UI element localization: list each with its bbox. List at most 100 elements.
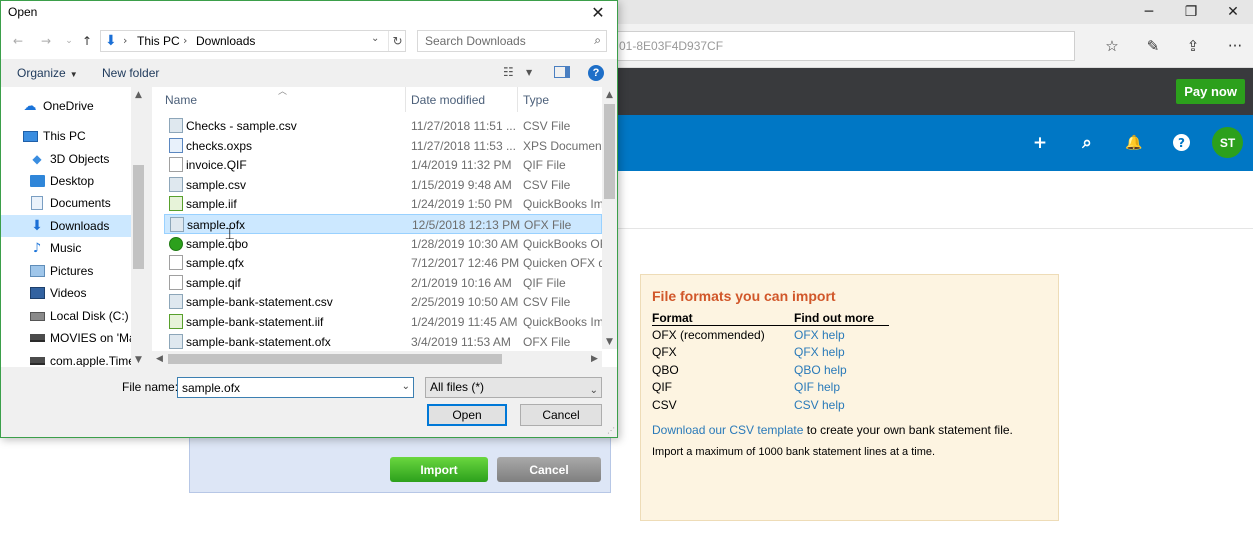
scroll-down-icon[interactable]: ▼ [131, 352, 146, 367]
name-column-header[interactable]: Name ︿ [152, 87, 406, 112]
nav-item-pictures[interactable]: Pictures [1, 260, 131, 282]
computer-icon [22, 129, 38, 143]
back-arrow-icon[interactable]: ← [10, 33, 26, 49]
path-bar[interactable]: ⬇ › This PC › Downloads ⌄ ↻ [100, 30, 406, 52]
nav-item-movies-mac[interactable]: MOVIES on 'Mac [1, 327, 131, 349]
change-view-icon[interactable]: ☷ [503, 65, 514, 79]
add-icon[interactable]: + [1028, 131, 1052, 155]
resize-grip-icon[interactable]: ⋰ [607, 426, 615, 435]
sort-ascending-icon: ︿ [278, 87, 288, 97]
file-date: 11/27/2018 11:51 ... [411, 119, 516, 133]
path-downloads[interactable]: Downloads [196, 34, 255, 48]
file-list-scrollbar[interactable]: ▲ ▼ [602, 87, 617, 349]
file-row[interactable]: sample-bank-statement.ofx 3/4/2019 11:53 … [164, 332, 602, 352]
file-row[interactable]: sample.qfx 7/12/2017 12:46 PM Quicken OFX … [164, 253, 603, 273]
file-type-select[interactable]: All files (*) ⌄ [425, 377, 602, 398]
format-help-link[interactable]: CSV help [794, 398, 889, 412]
minimize-icon[interactable]: ─ [1127, 0, 1171, 24]
avatar[interactable]: ST [1212, 127, 1243, 158]
refresh-icon[interactable]: ↻ [388, 31, 406, 51]
pay-now-button[interactable]: Pay now [1176, 79, 1245, 104]
file-row[interactable]: sample-bank-statement.csv 2/25/2019 10:50… [164, 292, 602, 312]
format-help-link[interactable]: QFX help [794, 345, 889, 359]
file-row[interactable]: checks.oxps 11/27/2018 11:53 ... XPS Docum… [164, 136, 603, 156]
date-column-header[interactable]: Date modified [406, 87, 518, 112]
scroll-up-icon[interactable]: ▲ [602, 87, 617, 102]
forward-arrow-icon[interactable]: → [38, 33, 54, 49]
close-icon[interactable]: ✕ [585, 1, 611, 23]
plain-file-icon [169, 255, 183, 271]
file-row[interactable]: sample.iif 1/24/2019 1:50 PM QuickBooks Im… [164, 194, 603, 214]
scroll-up-icon[interactable]: ▲ [131, 87, 146, 102]
recent-chevron-icon[interactable]: ⌄ [61, 33, 77, 49]
nav-item-downloads[interactable]: ⬇ Downloads [1, 215, 131, 237]
open-button[interactable]: Open [427, 404, 507, 426]
nav-item-desktop[interactable]: Desktop [1, 170, 131, 192]
file-row[interactable]: Checks - sample.csv 11/27/2018 11:51 ... C… [164, 116, 602, 136]
desktop-folder-icon [29, 174, 45, 188]
share-icon[interactable]: ⇪ [1179, 32, 1207, 60]
nav-scroll-thumb[interactable] [133, 165, 144, 269]
scroll-down-icon[interactable]: ▼ [602, 334, 617, 349]
search-box[interactable]: ⌕ [417, 30, 607, 52]
format-help-link[interactable]: QBO help [794, 363, 889, 377]
hscroll-thumb[interactable] [168, 354, 502, 364]
file-row[interactable]: invoice.QIF 1/4/2019 11:32 PM QIF File [164, 155, 602, 175]
nav-item-music[interactable]: ♪ Music [1, 237, 131, 259]
favorites-icon[interactable]: ☆ [1098, 32, 1126, 60]
scroll-left-icon[interactable]: ◀ [152, 351, 167, 367]
chevron-down-icon[interactable]: ⌄ [402, 381, 410, 392]
file-row[interactable]: sample.csv 1/15/2019 9:48 AM CSV File [164, 175, 602, 195]
new-folder-button[interactable]: New folder [102, 66, 159, 80]
file-name: sample.qfx [186, 256, 245, 271]
file-name-input[interactable] [178, 378, 393, 397]
nav-scrollbar[interactable]: ▲ ▼ [131, 87, 146, 367]
close-window-icon[interactable]: ✕ [1211, 0, 1253, 24]
music-icon: ♪ [32, 240, 42, 256]
import-button[interactable]: Import [390, 457, 488, 482]
nav-item-onedrive[interactable]: ☁ OneDrive [1, 95, 131, 117]
view-options-caret-icon[interactable]: ▼ [526, 68, 532, 77]
help-icon[interactable]: ? [588, 65, 604, 81]
search-input[interactable] [418, 31, 583, 51]
file-date: 1/24/2019 1:50 PM [411, 197, 513, 212]
file-row[interactable]: sample-bank-statement.iif 1/24/2019 11:45… [164, 312, 603, 332]
nav-item-time-machine[interactable]: com.apple.Time [1, 350, 131, 367]
nav-item-this-pc[interactable]: This PC [1, 125, 131, 147]
notes-icon[interactable]: ✎ [1139, 32, 1167, 60]
search-icon[interactable]: ⌕ [594, 33, 601, 48]
file-type: CSV File [523, 177, 571, 192]
cancel-button[interactable]: Cancel [520, 404, 602, 426]
organize-button[interactable]: Organize ▼ [17, 66, 78, 80]
up-arrow-icon[interactable]: ↑ [79, 33, 95, 49]
csv-file-icon [169, 176, 183, 192]
file-name: sample-bank-statement.iif [186, 315, 324, 329]
search-icon[interactable]: ⌕ [1075, 131, 1099, 155]
nav-label: 3D Objects [50, 152, 110, 166]
file-type: OFX File [523, 334, 571, 349]
file-name-field[interactable]: ⌄ [177, 377, 414, 398]
nav-item-documents[interactable]: Documents [1, 192, 131, 214]
path-dropdown-icon[interactable]: ⌄ [371, 33, 379, 44]
format-help-link[interactable]: OFX help [794, 328, 889, 342]
nav-item-videos[interactable]: Videos [1, 282, 131, 304]
help-icon[interactable]: ? [1173, 134, 1190, 151]
csv-template-link[interactable]: Download our CSV template [652, 423, 803, 437]
url-field[interactable]: 01-8E03F4D937CF [605, 31, 1075, 61]
dialog-nav-row: ← → ⌄ ↑ ⬇ › This PC › Downloads ⌄ ↻ ⌕ [1, 23, 617, 59]
file-list-hscrollbar[interactable]: ◀ ▶ [152, 351, 602, 367]
app-cancel-button[interactable]: Cancel [497, 457, 601, 482]
format-help-link[interactable]: QIF help [794, 380, 889, 394]
scroll-right-icon[interactable]: ▶ [587, 351, 602, 367]
maximize-icon[interactable]: ❐ [1169, 0, 1213, 24]
file-row[interactable]: sample.qif 2/1/2019 10:16 AM QIF File [164, 273, 602, 293]
bell-icon[interactable]: 🔔 [1122, 131, 1146, 155]
csv-file-icon [169, 333, 183, 349]
preview-pane-icon[interactable] [554, 66, 570, 78]
formats-table: Format Find out more OFX (recommended) OF… [652, 311, 889, 414]
nav-item-3d-objects[interactable]: ◆ 3D Objects [1, 148, 131, 170]
more-icon[interactable]: ··· [1221, 32, 1249, 60]
file-scroll-thumb[interactable] [604, 104, 615, 199]
path-this-pc[interactable]: This PC [137, 34, 180, 48]
nav-item-local-disk[interactable]: Local Disk (C:) [1, 305, 131, 327]
